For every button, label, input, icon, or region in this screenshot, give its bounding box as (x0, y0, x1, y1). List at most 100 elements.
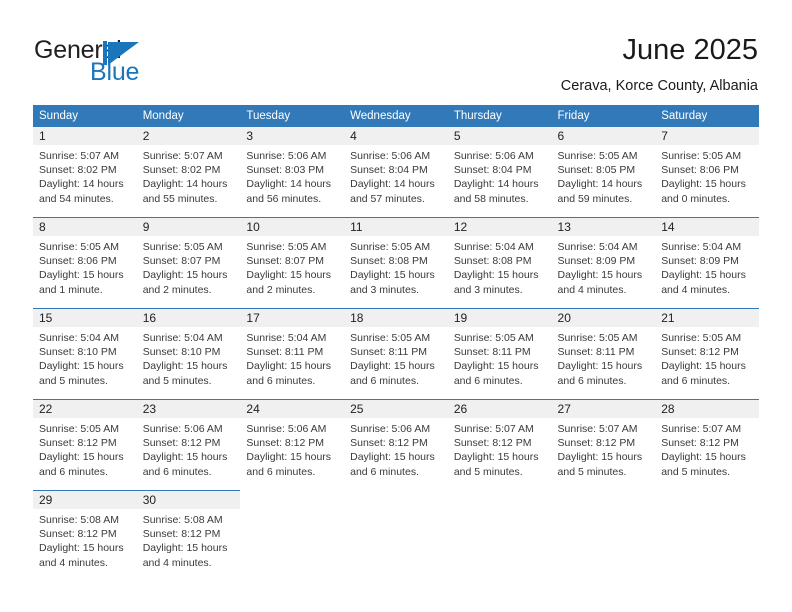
calendar-day-cell[interactable]: 7 Sunrise: 5:05 AM Sunset: 8:06 PM Daylight… (655, 127, 759, 218)
calendar-day-cell[interactable]: 12 Sunrise: 5:04 AM Sunset: 8:08 PM Dayligh… (447, 217, 552, 309)
daylight-duration-line1: Daylight: 15 hours (350, 360, 435, 373)
daylight-duration-line1: Daylight: 15 hours (661, 269, 746, 282)
calendar-day-cell[interactable]: 16 Sunrise: 5:04 AM Sunset: 8:10 PM Dayligh… (136, 308, 241, 400)
daylight-duration-line2: and 4 minutes. (557, 283, 627, 296)
sunrise-time: Sunrise: 5:08 AM (39, 514, 119, 526)
calendar-day-cell[interactable]: 2 Sunrise: 5:07 AM Sunset: 8:02 PM Daylight… (136, 127, 241, 218)
daylight-duration-line2: and 58 minutes. (453, 192, 529, 205)
sunrise-time: Sunrise: 5:05 AM (350, 332, 431, 344)
calendar-body: 1 Sunrise: 5:07 AM Sunset: 8:02 PM Daylight… (33, 127, 759, 581)
daylight-duration-line1: Daylight: 15 hours (39, 451, 124, 464)
daylight-duration-line1: Daylight: 14 hours (142, 178, 228, 191)
day-details: Sunrise: 5:07 AM Sunset: 8:02 PM Daylight:… (33, 145, 137, 206)
calendar-day-cell[interactable]: 11 Sunrise: 5:05 AM Sunset: 8:08 PM Dayligh… (344, 217, 448, 309)
day-number: 18 (344, 309, 448, 327)
calendar-day-cell[interactable]: 29 Sunrise: 5:08 AM Sunset: 8:12 PM Dayligh… (33, 490, 137, 581)
calendar-day-cell[interactable]: 23 Sunrise: 5:06 AM Sunset: 8:12 PM Dayligh… (136, 399, 241, 491)
calendar-day-cell[interactable]: 17 Sunrise: 5:04 AM Sunset: 8:11 PM Dayligh… (240, 308, 345, 400)
calendar-day-cell[interactable]: 4 Sunrise: 5:06 AM Sunset: 8:04 PM Daylight… (344, 127, 448, 218)
masthead: General Blue June 2025 Cerava, Korce Cou… (0, 0, 792, 100)
calendar-day-cell[interactable]: 28 Sunrise: 5:07 AM Sunset: 8:12 PM Dayligh… (655, 399, 759, 491)
daylight-duration-line2: and 5 minutes. (557, 465, 627, 478)
calendar-day-cell[interactable]: 15 Sunrise: 5:04 AM Sunset: 8:10 PM Dayligh… (33, 308, 137, 400)
calendar-day-cell[interactable]: 25 Sunrise: 5:06 AM Sunset: 8:12 PM Dayligh… (344, 399, 448, 491)
calendar-header-row: Sunday Monday Tuesday Wednesday Thursday… (33, 105, 759, 127)
daylight-duration-line1: Daylight: 15 hours (246, 451, 332, 464)
daylight-duration-line1: Daylight: 15 hours (453, 451, 539, 464)
sunset-time: Sunset: 8:08 PM (350, 255, 428, 268)
day-details: Sunrise: 5:07 AM Sunset: 8:12 PM Daylight:… (655, 418, 759, 479)
daylight-duration-line2: and 6 minutes. (142, 465, 212, 478)
day-number: 26 (447, 400, 552, 418)
sunrise-time: Sunrise: 5:06 AM (246, 423, 327, 435)
calendar-day-cell[interactable]: 9 Sunrise: 5:05 AM Sunset: 8:07 PM Daylight… (136, 217, 241, 309)
daylight-duration-line1: Daylight: 15 hours (661, 178, 746, 191)
day-number: 21 (655, 309, 759, 327)
sunrise-time: Sunrise: 5:05 AM (661, 332, 742, 344)
sunset-time: Sunset: 8:11 PM (350, 346, 427, 359)
day-details: Sunrise: 5:06 AM Sunset: 8:04 PM Daylight:… (344, 145, 448, 206)
day-details: Sunrise: 5:06 AM Sunset: 8:04 PM Daylight:… (448, 145, 552, 206)
day-number: 1 (33, 127, 137, 145)
calendar-day-cell[interactable]: 24 Sunrise: 5:06 AM Sunset: 8:12 PM Dayligh… (240, 399, 345, 491)
daylight-duration-line2: and 6 minutes. (453, 374, 523, 387)
daylight-duration-line1: Daylight: 15 hours (39, 542, 124, 555)
daylight-duration-line2: and 6 minutes. (246, 465, 316, 478)
calendar-day-cell[interactable]: 21 Sunrise: 5:05 AM Sunset: 8:12 PM Dayligh… (655, 308, 759, 400)
daylight-duration-line2: and 0 minutes. (661, 192, 731, 205)
day-details: Sunrise: 5:05 AM Sunset: 8:06 PM Daylight:… (655, 145, 759, 206)
calendar-day-cell[interactable]: 22 Sunrise: 5:05 AM Sunset: 8:12 PM Dayligh… (33, 399, 137, 491)
day-number: 5 (447, 127, 552, 145)
weekday-header-thursday: Thursday (447, 105, 552, 127)
sunset-time: Sunset: 8:09 PM (557, 255, 636, 268)
daylight-duration-line1: Daylight: 15 hours (142, 360, 228, 373)
daylight-duration-line2: and 59 minutes. (557, 192, 633, 205)
calendar-table: Sunday Monday Tuesday Wednesday Thursday… (33, 105, 759, 581)
daylight-duration-line2: and 54 minutes. (39, 192, 114, 205)
calendar-day-cell[interactable]: 26 Sunrise: 5:07 AM Sunset: 8:12 PM Dayligh… (447, 399, 552, 491)
daylight-duration-line1: Daylight: 15 hours (246, 360, 332, 373)
calendar-day-cell[interactable]: 30 Sunrise: 5:08 AM Sunset: 8:12 PM Dayligh… (136, 490, 241, 581)
daylight-duration-line2: and 4 minutes. (661, 283, 731, 296)
daylight-duration-line2: and 57 minutes. (350, 192, 425, 205)
day-details: Sunrise: 5:04 AM Sunset: 8:11 PM Daylight:… (240, 327, 344, 388)
sunset-time: Sunset: 8:03 PM (246, 164, 325, 177)
day-details: Sunrise: 5:06 AM Sunset: 8:03 PM Daylight:… (240, 145, 344, 206)
calendar-day-cell[interactable]: 6 Sunrise: 5:05 AM Sunset: 8:05 PM Daylight… (551, 127, 656, 218)
daylight-duration-line2: and 5 minutes. (39, 374, 108, 387)
day-number: 11 (344, 218, 448, 236)
calendar-day-cell[interactable]: 1 Sunrise: 5:07 AM Sunset: 8:02 PM Daylight… (33, 127, 137, 218)
calendar-day-cell[interactable]: 5 Sunrise: 5:06 AM Sunset: 8:04 PM Daylight… (447, 127, 552, 218)
calendar-day-cell[interactable]: 27 Sunrise: 5:07 AM Sunset: 8:12 PM Dayligh… (551, 399, 656, 491)
daylight-duration-line1: Daylight: 14 hours (350, 178, 435, 191)
calendar-empty-cell (344, 490, 448, 581)
calendar-day-cell[interactable]: 20 Sunrise: 5:05 AM Sunset: 8:11 PM Dayligh… (551, 308, 656, 400)
sunset-time: Sunset: 8:02 PM (39, 164, 117, 177)
calendar-day-cell[interactable]: 8 Sunrise: 5:05 AM Sunset: 8:06 PM Daylight… (33, 217, 137, 309)
sunrise-time: Sunrise: 5:04 AM (557, 241, 638, 253)
calendar-day-cell[interactable]: 18 Sunrise: 5:05 AM Sunset: 8:11 PM Dayligh… (344, 308, 448, 400)
day-details: Sunrise: 5:04 AM Sunset: 8:10 PM Daylight:… (33, 327, 137, 388)
calendar-day-cell[interactable]: 19 Sunrise: 5:05 AM Sunset: 8:11 PM Dayligh… (447, 308, 552, 400)
daylight-duration-line1: Daylight: 14 hours (453, 178, 539, 191)
calendar-day-cell[interactable]: 10 Sunrise: 5:05 AM Sunset: 8:07 PM Dayligh… (240, 217, 345, 309)
sunrise-time: Sunrise: 5:05 AM (453, 332, 534, 344)
calendar-day-cell[interactable]: 14 Sunrise: 5:04 AM Sunset: 8:09 PM Dayligh… (655, 217, 759, 309)
day-number: 12 (447, 218, 552, 236)
sunset-time: Sunset: 8:10 PM (142, 346, 221, 359)
page-title: June 2025 (622, 34, 758, 66)
daylight-duration-line1: Daylight: 15 hours (142, 451, 228, 464)
sunrise-time: Sunrise: 5:05 AM (39, 241, 119, 253)
weekday-header-tuesday: Tuesday (240, 105, 345, 127)
sunrise-time: Sunrise: 5:04 AM (453, 241, 534, 253)
general-blue-logo[interactable]: General Blue (34, 36, 224, 88)
sunset-time: Sunset: 8:07 PM (142, 255, 221, 268)
daylight-duration-line2: and 3 minutes. (350, 283, 419, 296)
daylight-duration-line1: Daylight: 14 hours (39, 178, 124, 191)
day-details: Sunrise: 5:05 AM Sunset: 8:11 PM Daylight:… (552, 327, 656, 388)
calendar-day-cell[interactable]: 3 Sunrise: 5:06 AM Sunset: 8:03 PM Daylight… (240, 127, 345, 218)
weekday-header-saturday: Saturday (655, 105, 759, 127)
daylight-duration-line2: and 6 minutes. (350, 374, 419, 387)
sunset-time: Sunset: 8:11 PM (557, 346, 635, 359)
calendar-day-cell[interactable]: 13 Sunrise: 5:04 AM Sunset: 8:09 PM Dayligh… (551, 217, 656, 309)
